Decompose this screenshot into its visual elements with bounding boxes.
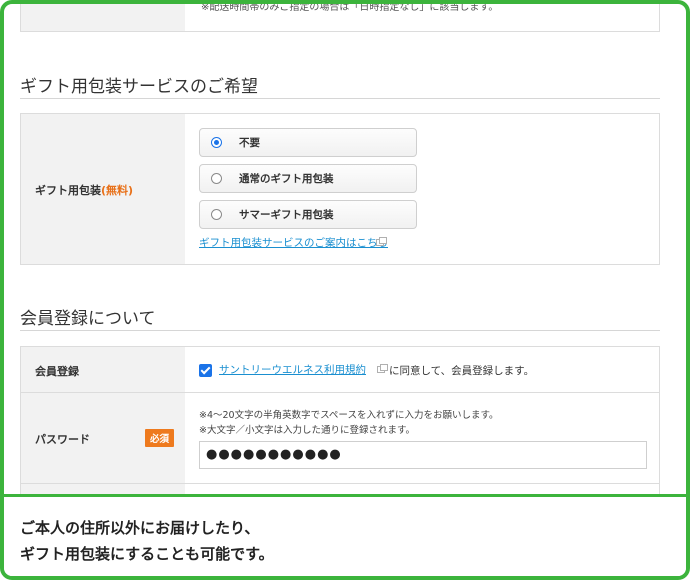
external-link-icon (377, 364, 388, 373)
password-label: パスワード (35, 433, 90, 446)
gift-option-label: 不要 (239, 137, 260, 149)
radio-icon (211, 173, 222, 184)
caption-line-2: ギフト用包装にすることも可能です。 (20, 545, 274, 563)
gift-option-label: サマーギフト用包装 (239, 209, 334, 221)
caption-bar: ご本人の住所以外にお届けしたり、 ギフト用包装にすることも可能です。 (4, 494, 686, 576)
member-section-rule (20, 330, 660, 331)
row-divider (21, 483, 659, 484)
free-label: (無料) (101, 184, 134, 197)
delivery-label-cell (21, 4, 185, 31)
registration-label: 会員登録 (35, 365, 79, 378)
gift-option-standard[interactable]: 通常のギフト用包装 (199, 164, 417, 193)
agree-text: に同意して、会員登録します。 (389, 365, 535, 377)
external-link-icon (376, 237, 387, 246)
gift-section-rule (20, 98, 660, 99)
caption-line-1: ご本人の住所以外にお届けしたり、 (20, 519, 260, 537)
required-badge: 必須 (145, 429, 175, 447)
password-field[interactable]: ●●●●●●●●●●● (199, 441, 647, 469)
delivery-note: ※配送時間帯のみご指定の場合は「日時指定なし」に該当します。 (201, 4, 499, 13)
radio-selected-icon (211, 137, 222, 148)
gift-option-summer[interactable]: サマーギフト用包装 (199, 200, 417, 229)
delivery-time-table: ※配送時間帯のみご指定の場合は「日時指定なし」に該当します。 (20, 4, 660, 32)
row-divider (21, 392, 659, 393)
registration-checkbox[interactable] (199, 364, 212, 377)
gift-option-label: 通常のギフト用包装 (239, 173, 334, 185)
password-note-1: ※4～20文字の半角英数字でスペースを入れずに入力をお願いします。 (199, 410, 499, 421)
member-section-title: 会員登録について (20, 309, 156, 329)
gift-wrap-label: ギフト用包装(無料) (35, 184, 134, 197)
gift-option-none[interactable]: 不要 (199, 128, 417, 157)
radio-icon (211, 209, 222, 220)
terms-link[interactable]: サントリーウエルネス利用規約 (219, 362, 366, 377)
gift-info-link[interactable]: ギフト用包装サービスのご案内はこちら (199, 235, 388, 250)
member-table: 会員登録 サントリーウエルネス利用規約 に同意して、会員登録します。 パスワード… (20, 346, 660, 494)
gift-section-title: ギフト用包装サービスのご希望 (20, 77, 258, 97)
screenshot-frame: ※配送時間帯のみご指定の場合は「日時指定なし」に該当します。 ギフト用包装サービ… (0, 0, 690, 580)
password-note-2: ※大文字／小文字は入力した通りに登録されます。 (199, 425, 416, 436)
form-content: ※配送時間帯のみご指定の場合は「日時指定なし」に該当します。 ギフト用包装サービ… (4, 4, 686, 494)
gift-table: ギフト用包装(無料) 不要 通常のギフト用包装 サマーギフト用包装 ギフト用包装… (20, 113, 660, 265)
